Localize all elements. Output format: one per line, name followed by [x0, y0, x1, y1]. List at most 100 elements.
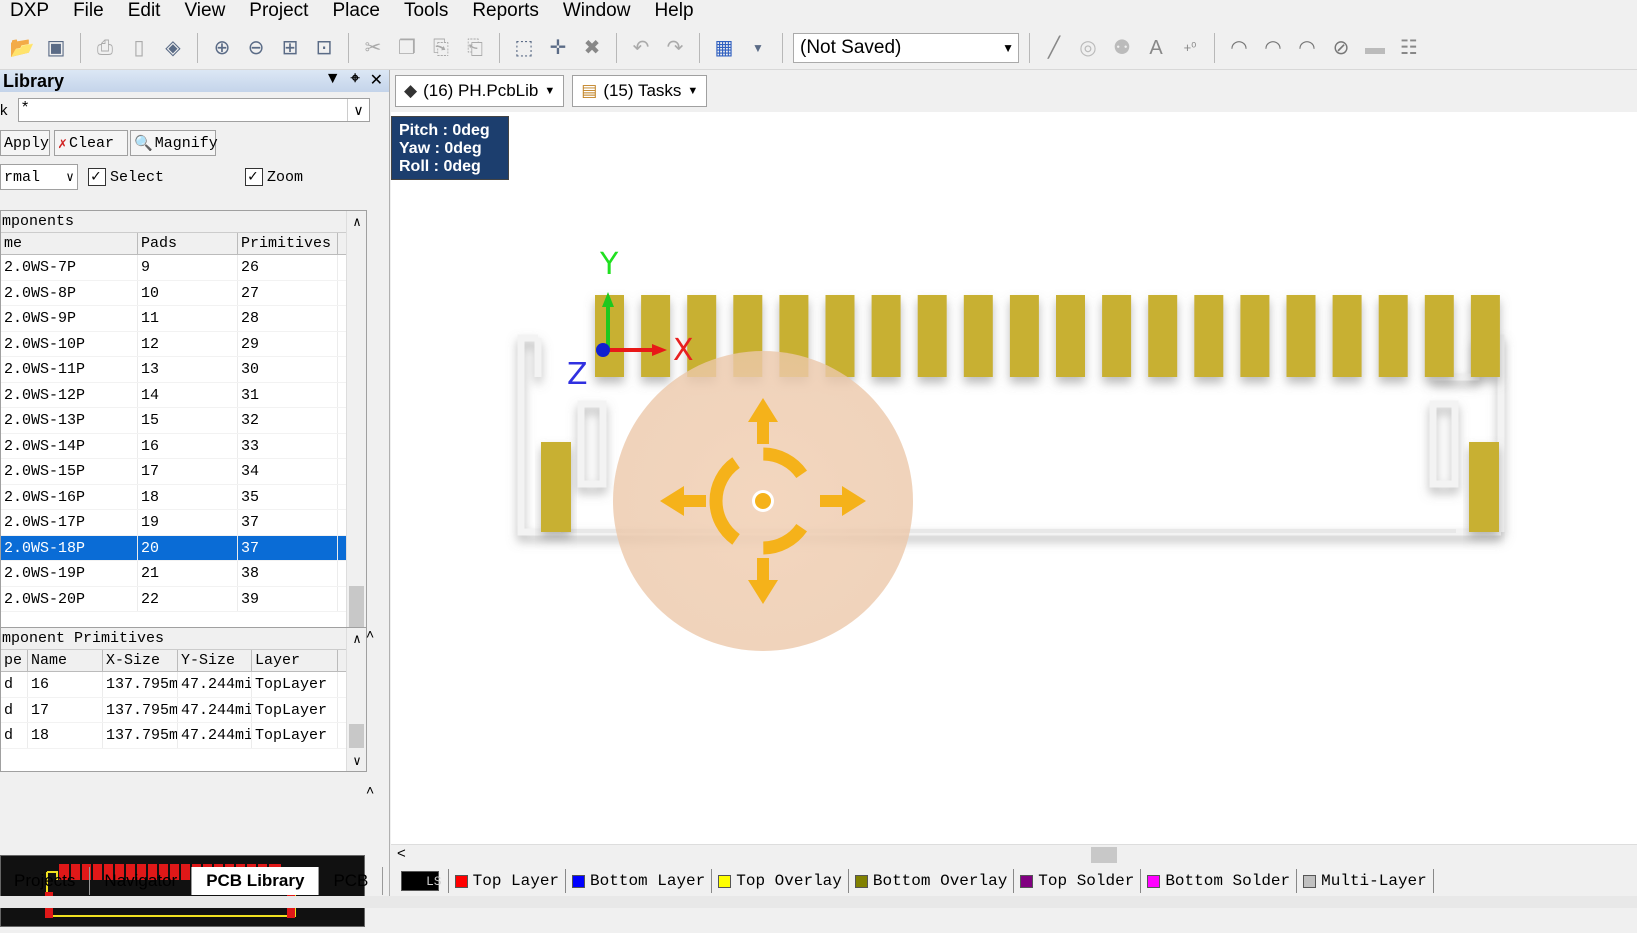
- array-icon[interactable]: ☷: [1395, 34, 1423, 62]
- table-row[interactable]: 2.0WS-13P 15 32: [1, 408, 366, 434]
- grid-icon[interactable]: ▦: [710, 34, 738, 62]
- open-folder-icon[interactable]: 📂: [8, 34, 36, 62]
- paste-icon[interactable]: ⎘: [427, 34, 455, 62]
- layer-tab[interactable]: Bottom Overlay: [849, 869, 1015, 893]
- table-row[interactable]: 2.0WS-10P 12 29: [1, 331, 366, 357]
- menu-tools[interactable]: Tools: [404, 0, 460, 22]
- table-row[interactable]: 2.0WS-16P 18 35: [1, 484, 366, 510]
- scroll-down-icon[interactable]: ∨: [347, 754, 366, 769]
- scroll-thumb[interactable]: [349, 724, 364, 748]
- column-primitives[interactable]: Primitives: [238, 233, 338, 254]
- variant-combo[interactable]: (Not Saved) ▼: [793, 32, 1019, 63]
- copy-icon[interactable]: ❐: [393, 34, 421, 62]
- cut-icon[interactable]: ✂: [359, 34, 387, 62]
- canvas-scrollbar[interactable]: <: [391, 844, 1637, 864]
- close-icon[interactable]: ✕: [370, 70, 383, 90]
- chevron-down-icon[interactable]: ∨: [347, 99, 369, 121]
- menu-dxp[interactable]: DXP: [10, 0, 61, 22]
- mode-select[interactable]: rmal ∨: [0, 164, 78, 190]
- tab-projects[interactable]: Projects: [0, 867, 91, 895]
- layer-tab[interactable]: Bottom Solder: [1141, 869, 1298, 893]
- zoom-checkbox-box[interactable]: [245, 166, 263, 186]
- select-checkbox[interactable]: Select: [88, 166, 164, 186]
- primitives-scrollbar[interactable]: ∧ ∨: [346, 628, 366, 771]
- zoom-in-icon[interactable]: ⊕: [208, 34, 236, 62]
- layer-tab[interactable]: Multi-Layer: [1297, 869, 1434, 893]
- menu-window[interactable]: Window: [563, 0, 643, 22]
- panel-menu-icon[interactable]: ▼: [325, 70, 341, 90]
- magnify-button[interactable]: 🔍 Magnify: [130, 130, 218, 156]
- mask-input[interactable]: * ∨: [18, 98, 370, 122]
- column-pads[interactable]: Pads: [138, 233, 238, 254]
- table-row[interactable]: 2.0WS-20P 22 39: [1, 586, 366, 612]
- scroll-up-icon[interactable]: ∧: [347, 215, 366, 230]
- table-row[interactable]: 2.0WS-8P 10 27: [1, 280, 366, 306]
- coordinate-icon[interactable]: +⁰: [1176, 34, 1204, 62]
- pad-icon[interactable]: ◎: [1074, 34, 1102, 62]
- save-icon[interactable]: ▣: [42, 34, 70, 62]
- select-checkbox-box[interactable]: [88, 166, 106, 186]
- paste-special-icon[interactable]: ⎗: [461, 34, 489, 62]
- doc-tab-tasks[interactable]: ▤ (15) Tasks ▼: [572, 75, 708, 107]
- layer-tab[interactable]: Bottom Layer: [566, 869, 713, 893]
- column-ysize[interactable]: Y-Size: [178, 650, 252, 671]
- chevron-down-icon[interactable]: ▼: [544, 85, 555, 97]
- zoom-out-icon[interactable]: ⊖: [242, 34, 270, 62]
- layer-tab[interactable]: Top Solder: [1014, 869, 1142, 893]
- menu-place[interactable]: Place: [332, 0, 392, 22]
- apply-button[interactable]: Apply: [0, 130, 50, 156]
- scroll-thumb[interactable]: [1091, 847, 1117, 863]
- table-row[interactable]: 2.0WS-19P 21 38: [1, 561, 366, 587]
- table-row[interactable]: 2.0WS-7P 9 26: [1, 255, 366, 281]
- zoom-area-icon[interactable]: ⊡: [310, 34, 338, 62]
- deselect-icon[interactable]: ✖: [578, 34, 606, 62]
- grid-dropdown-icon[interactable]: ▼: [744, 34, 772, 62]
- table-row[interactable]: 2.0WS-11P 13 30: [1, 357, 366, 383]
- tab-pcb[interactable]: PCB: [319, 867, 384, 895]
- redo-icon[interactable]: ↷: [661, 34, 689, 62]
- board-3d-icon[interactable]: ◈: [159, 34, 187, 62]
- table-row[interactable]: 2.0WS-18P 20 37: [1, 535, 366, 561]
- print-icon[interactable]: ⎙: [91, 34, 119, 62]
- menu-view[interactable]: View: [184, 0, 237, 22]
- menu-project[interactable]: Project: [249, 0, 320, 22]
- table-row[interactable]: d 17 137.795m 47.244mi TopLayer: [1, 697, 366, 723]
- clear-button[interactable]: ✗ Clear: [54, 130, 128, 156]
- column-prim-name[interactable]: Name: [28, 650, 103, 671]
- menu-file[interactable]: File: [73, 0, 116, 22]
- collapse-up-icon[interactable]: ˄: [366, 782, 374, 798]
- menu-help[interactable]: Help: [654, 0, 705, 22]
- via-icon[interactable]: ⚉: [1108, 34, 1136, 62]
- select-area-icon[interactable]: ⬚: [510, 34, 538, 62]
- collapse-up-icon[interactable]: ˄: [366, 626, 374, 642]
- table-row[interactable]: 2.0WS-14P 16 33: [1, 433, 366, 459]
- tab-pcb-library[interactable]: PCB Library: [192, 867, 320, 895]
- layer-set-button[interactable]: LS: [395, 869, 449, 893]
- fill-icon[interactable]: ▬: [1361, 34, 1389, 62]
- layer-tab[interactable]: Top Layer: [449, 869, 567, 893]
- doc-tab-pcblib[interactable]: ◆ (16) PH.PcbLib ▼: [395, 75, 565, 107]
- undo-icon[interactable]: ↶: [627, 34, 655, 62]
- arc-edge-icon[interactable]: ◠: [1259, 34, 1287, 62]
- zoom-checkbox[interactable]: Zoom: [245, 166, 303, 186]
- table-row[interactable]: 2.0WS-17P 19 37: [1, 510, 366, 536]
- table-row[interactable]: d 16 137.795m 47.244mi TopLayer: [1, 672, 366, 698]
- print-preview-icon[interactable]: ▯: [125, 34, 153, 62]
- circle-icon[interactable]: ⊘: [1327, 34, 1355, 62]
- menu-edit[interactable]: Edit: [128, 0, 173, 22]
- move-icon[interactable]: ✛: [544, 34, 572, 62]
- components-scrollbar[interactable]: ∧ ∨: [346, 211, 366, 683]
- table-row[interactable]: d 18 137.795m 47.244mi TopLayer: [1, 723, 366, 749]
- arc-center-icon[interactable]: ◠: [1225, 34, 1253, 62]
- column-layer[interactable]: Layer: [252, 650, 338, 671]
- table-row[interactable]: 2.0WS-15P 17 34: [1, 459, 366, 485]
- string-icon[interactable]: A: [1142, 34, 1170, 62]
- zoom-fit-icon[interactable]: ⊞: [276, 34, 304, 62]
- pin-icon[interactable]: ⌖: [351, 70, 360, 90]
- layer-tab[interactable]: Top Overlay: [712, 869, 849, 893]
- tab-navigator[interactable]: Navigator: [90, 867, 193, 895]
- scroll-left-icon[interactable]: <: [397, 845, 406, 862]
- chevron-down-icon[interactable]: ▼: [687, 85, 698, 97]
- table-row[interactable]: 2.0WS-12P 14 31: [1, 382, 366, 408]
- column-name[interactable]: me: [1, 233, 138, 254]
